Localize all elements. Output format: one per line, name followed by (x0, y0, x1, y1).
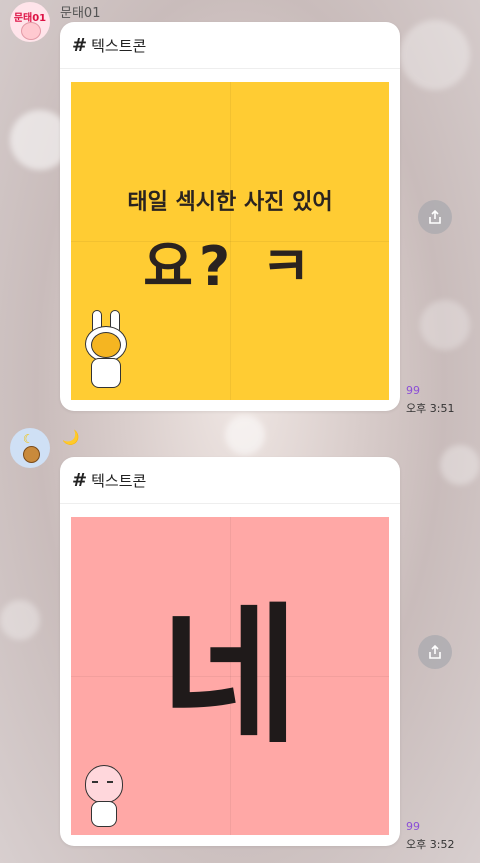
moon-icon: ☾ (23, 432, 34, 446)
message-bubble[interactable]: # 텍스트콘 네 (60, 457, 400, 846)
sender-name: 🌙 (62, 430, 80, 446)
avatar[interactable]: 문태01 (10, 2, 50, 42)
share-button[interactable] (418, 200, 452, 234)
sticker-text-line2: 요? ㅋ (143, 235, 317, 298)
sender-name: 문태01 (60, 6, 101, 21)
emoticon-sticker[interactable]: 태일 섹시한 사진 있어 요? ㅋ (71, 82, 389, 400)
share-icon (429, 209, 441, 224)
emoticon-sticker[interactable]: 네 (71, 517, 389, 835)
share-button[interactable] (418, 635, 452, 669)
unread-count: 99 (406, 820, 420, 833)
hashtag-icon: # (72, 34, 88, 56)
share-icon (429, 644, 441, 659)
character-peach-icon (83, 765, 125, 829)
sticker-text-line1: 태일 섹시한 사진 있어 (127, 190, 333, 215)
textcon-tag: 텍스트콘 (91, 36, 147, 55)
textcon-header: # 텍스트콘 (60, 457, 400, 504)
bokeh-light (400, 20, 470, 90)
bokeh-light (440, 445, 480, 485)
textcon-tag: 텍스트콘 (91, 471, 147, 490)
bokeh-light (420, 300, 470, 350)
character-rabbit-icon (83, 310, 129, 390)
bokeh-light (0, 600, 40, 640)
unread-count: 99 (406, 384, 420, 397)
timestamp: 오후 3:51 (406, 402, 455, 415)
textcon-header: # 텍스트콘 (60, 22, 400, 69)
timestamp: 오후 3:52 (406, 838, 455, 851)
avatar[interactable]: ☾ (10, 428, 50, 468)
character-bear-icon (23, 446, 40, 463)
bokeh-light (225, 415, 265, 455)
message-bubble[interactable]: # 텍스트콘 태일 섹시한 사진 있어 요? ㅋ (60, 22, 400, 411)
peach-face-icon (21, 22, 41, 40)
sticker-text: 네 (160, 590, 299, 764)
hashtag-icon: # (72, 469, 88, 491)
